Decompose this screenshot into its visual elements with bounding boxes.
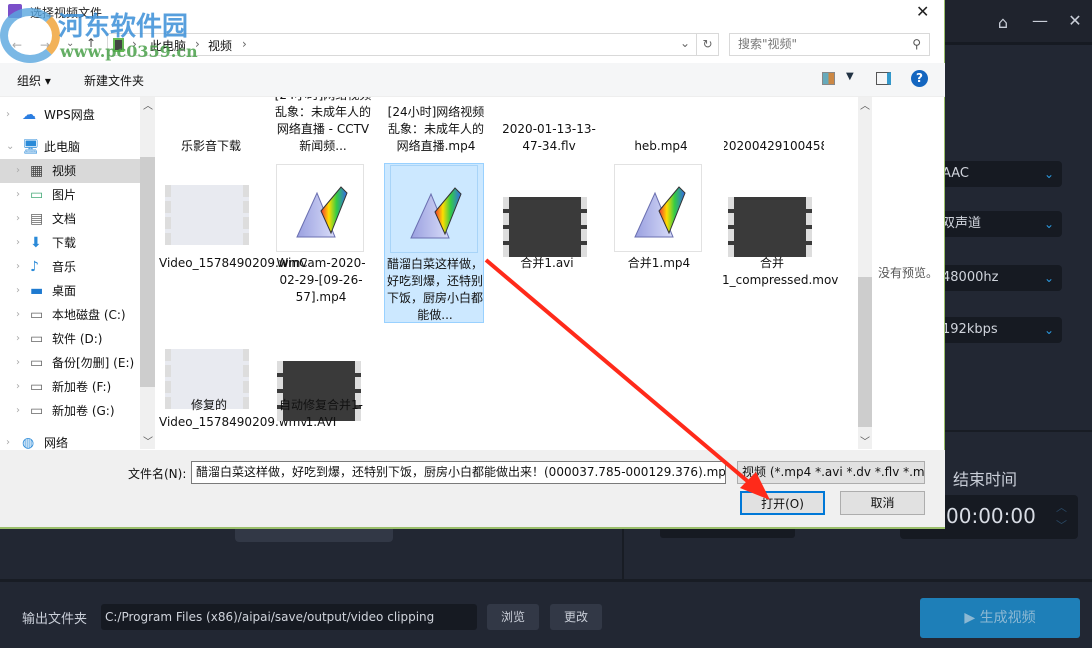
annotation-arrow xyxy=(484,258,770,500)
